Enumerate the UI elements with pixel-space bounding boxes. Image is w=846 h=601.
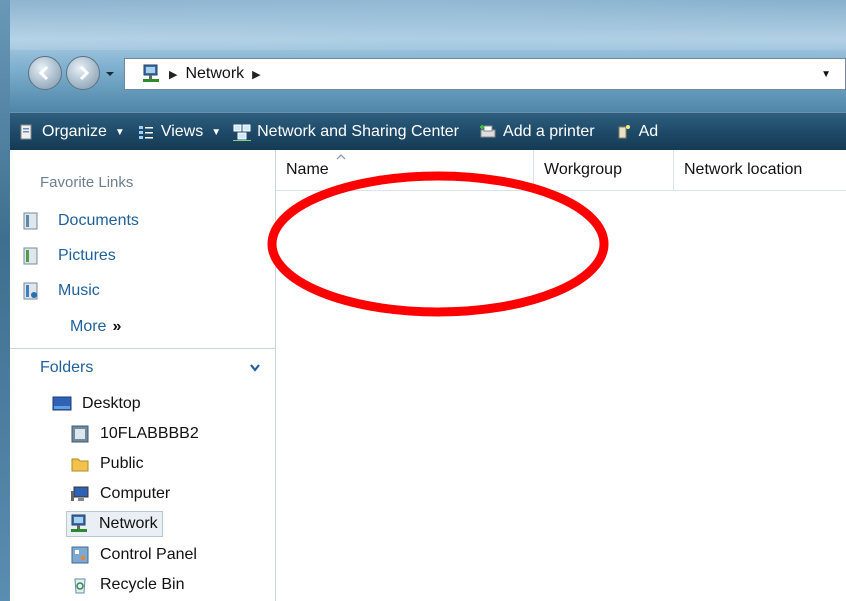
add-device-label: Ad [638, 123, 659, 140]
pictures-icon [23, 247, 38, 265]
tree-item-control-panel[interactable]: Control Panel [70, 542, 197, 568]
control-panel-icon [71, 546, 89, 564]
column-workgroup-label: Workgroup [544, 161, 622, 178]
network-sharing-center-button[interactable]: Network and Sharing Center [227, 113, 465, 151]
tree-item-label: Network [99, 515, 158, 532]
double-chevron-right-icon: » [112, 318, 122, 335]
favorite-music[interactable]: Music [22, 282, 100, 300]
folder-icon [71, 458, 89, 472]
more-links-button[interactable]: More » [70, 318, 121, 336]
tree-item-label: Control Panel [100, 546, 197, 563]
tree-item-public[interactable]: Public [70, 451, 144, 477]
tree-item-desktop[interactable]: Desktop [52, 391, 141, 417]
tree-item-recycle-bin[interactable]: Recycle Bin [70, 572, 184, 598]
arrow-left-icon [38, 65, 49, 81]
computer-icon [71, 486, 89, 501]
command-toolbar: Organize ▼ Views ▼ Network and Sharing C… [10, 112, 846, 151]
back-button[interactable] [28, 56, 62, 90]
add-printer-label: Add a printer [503, 123, 595, 140]
network-sharing-label: Network and Sharing Center [257, 123, 460, 140]
address-dropdown-icon[interactable]: ▼ [821, 69, 831, 80]
column-name-label: Name [286, 161, 329, 178]
folders-title: Folders [40, 359, 94, 376]
tree-item-computer[interactable]: Computer [70, 481, 170, 507]
tree-item-label: Public [100, 455, 144, 472]
organize-button[interactable]: Organize ▼ [10, 113, 131, 151]
window-frame-edge [0, 0, 10, 601]
forward-button[interactable] [66, 56, 100, 90]
views-icon [138, 126, 153, 139]
breadcrumb-network[interactable]: Network [185, 65, 244, 83]
tree-item-label: Computer [100, 485, 171, 502]
sort-ascending-icon [336, 154, 346, 160]
column-header-row: Name Workgroup Network location [276, 150, 846, 191]
tree-item-label: Recycle Bin [100, 576, 185, 593]
network-sharing-icon [233, 124, 252, 141]
window-title-area [0, 0, 846, 112]
tree-item-label: Desktop [82, 395, 141, 412]
chevron-down-icon: ▼ [114, 126, 125, 138]
network-icon [143, 64, 159, 82]
device-icon [618, 125, 630, 139]
chevron-down-icon: ▼ [211, 126, 222, 138]
breadcrumb-separator-icon[interactable]: ▶ [252, 68, 260, 81]
favorite-pictures[interactable]: Pictures [22, 247, 116, 265]
arrow-right-icon [79, 65, 90, 81]
organize-icon [20, 124, 32, 140]
views-button[interactable]: Views ▼ [131, 113, 227, 151]
navigation-pane: Favorite Links Documents Pictures Music … [10, 150, 276, 601]
organize-label: Organize [42, 123, 107, 140]
desktop-icon [52, 396, 72, 411]
favorite-documents[interactable]: Documents [22, 212, 139, 230]
views-label: Views [160, 123, 204, 140]
music-icon [23, 282, 38, 300]
chevron-down-icon [250, 364, 260, 372]
user-folder-icon [71, 425, 89, 443]
column-header-name[interactable]: Name [276, 150, 534, 190]
documents-icon [23, 212, 38, 230]
address-bar[interactable]: ▶ Network ▶ ▼ [124, 58, 846, 90]
more-label: More [70, 318, 107, 335]
printer-icon [480, 125, 496, 138]
pane-divider [10, 348, 275, 349]
favorite-music-label: Music [58, 282, 100, 299]
column-header-workgroup[interactable]: Workgroup [534, 150, 674, 190]
tree-item-network[interactable]: Network [66, 511, 163, 537]
tree-item-user[interactable]: 10FLABBBB2 [70, 421, 199, 447]
recycle-bin-icon [74, 578, 86, 594]
favorite-links-title: Favorite Links [40, 174, 134, 191]
favorite-pictures-label: Pictures [58, 247, 116, 264]
folders-header[interactable]: Folders [10, 350, 275, 386]
file-list-area[interactable]: Name Workgroup Network location [276, 150, 846, 601]
tree-item-label: 10FLABBBB2 [100, 425, 199, 442]
recent-pages-dropdown-icon[interactable] [104, 68, 116, 80]
column-header-network-location[interactable]: Network location [674, 150, 846, 190]
breadcrumb-separator-icon[interactable]: ▶ [169, 68, 177, 81]
add-device-button[interactable]: Ad [601, 113, 665, 151]
column-network-location-label: Network location [684, 161, 803, 178]
add-printer-button[interactable]: Add a printer [465, 113, 601, 151]
favorite-documents-label: Documents [58, 212, 139, 229]
network-icon [71, 514, 87, 532]
